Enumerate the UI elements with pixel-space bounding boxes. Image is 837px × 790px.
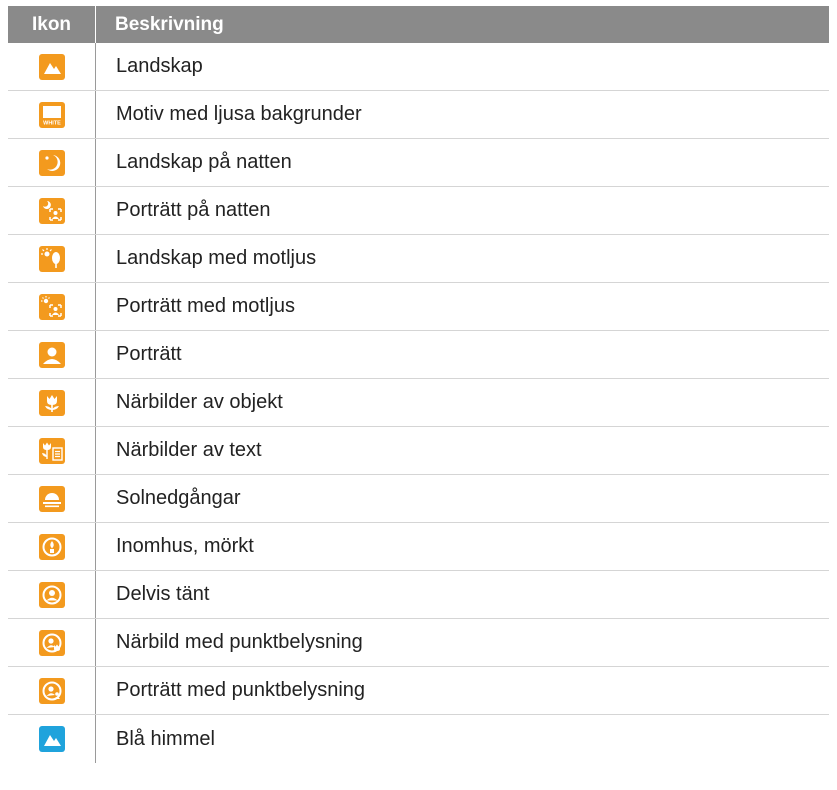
table-header: Ikon Beskrivning [8,6,829,43]
row-label: Porträtt med motljus [116,295,295,317]
table-row: Landskap med motljus [8,235,829,283]
row-label: Porträtt på natten [116,199,271,221]
row-label: Porträtt [116,343,182,365]
table-row: Närbilder av objekt [8,379,829,427]
table-row: Porträtt med motljus [8,283,829,331]
landscape-icon [38,53,65,80]
spotlight-portrait-icon [38,677,65,704]
table-row: Porträtt [8,331,829,379]
table-row: Delvis tänt [8,571,829,619]
table-row: Närbilder av text [8,427,829,475]
spotlight-macro-icon [38,629,65,656]
table-row: WHITE Motiv med ljusa bakgrunder [8,91,829,139]
white-icon-text: WHITE [43,120,61,126]
macro-text-icon [38,437,65,464]
row-label: Delvis tänt [116,583,210,605]
table-row: Inomhus, mörkt [8,523,829,571]
table-row: Porträtt på natten [8,187,829,235]
white-background-icon: WHITE [38,101,65,128]
portrait-icon [38,341,65,368]
table-row: Porträtt med punktbelysning [8,667,829,715]
row-label: Landskap [116,55,203,77]
row-label: Landskap på natten [116,151,292,173]
night-portrait-icon [38,197,65,224]
table-row: Blå himmel [8,715,829,763]
row-label: Inomhus, mörkt [116,535,254,557]
sunset-icon [38,485,65,512]
table-row: Landskap [8,43,829,91]
header-description-column: Beskrivning [115,13,224,35]
indoor-dark-icon [38,533,65,560]
row-label: Närbild med punktbelysning [116,631,363,653]
table-row: Närbild med punktbelysning [8,619,829,667]
table-row: Solnedgångar [8,475,829,523]
row-label: Närbilder av objekt [116,391,283,413]
row-label: Porträtt med punktbelysning [116,679,366,701]
scene-icon-table: Ikon Beskrivning Landskap WHITE Motiv me… [8,6,829,763]
table-row: Landskap på natten [8,139,829,187]
macro-flower-icon [38,389,65,416]
header-icon-column: Ikon [8,6,96,43]
row-label: Solnedgångar [116,487,241,509]
row-label: Motiv med ljusa bakgrunder [116,103,362,125]
partly-lit-icon [38,581,65,608]
backlight-landscape-icon [38,245,65,272]
row-label: Landskap med motljus [116,247,317,269]
backlight-portrait-icon [38,293,65,320]
row-label: Närbilder av text [116,439,262,461]
blue-sky-icon [38,726,65,752]
row-label: Blå himmel [116,727,215,750]
night-landscape-icon [38,149,65,176]
